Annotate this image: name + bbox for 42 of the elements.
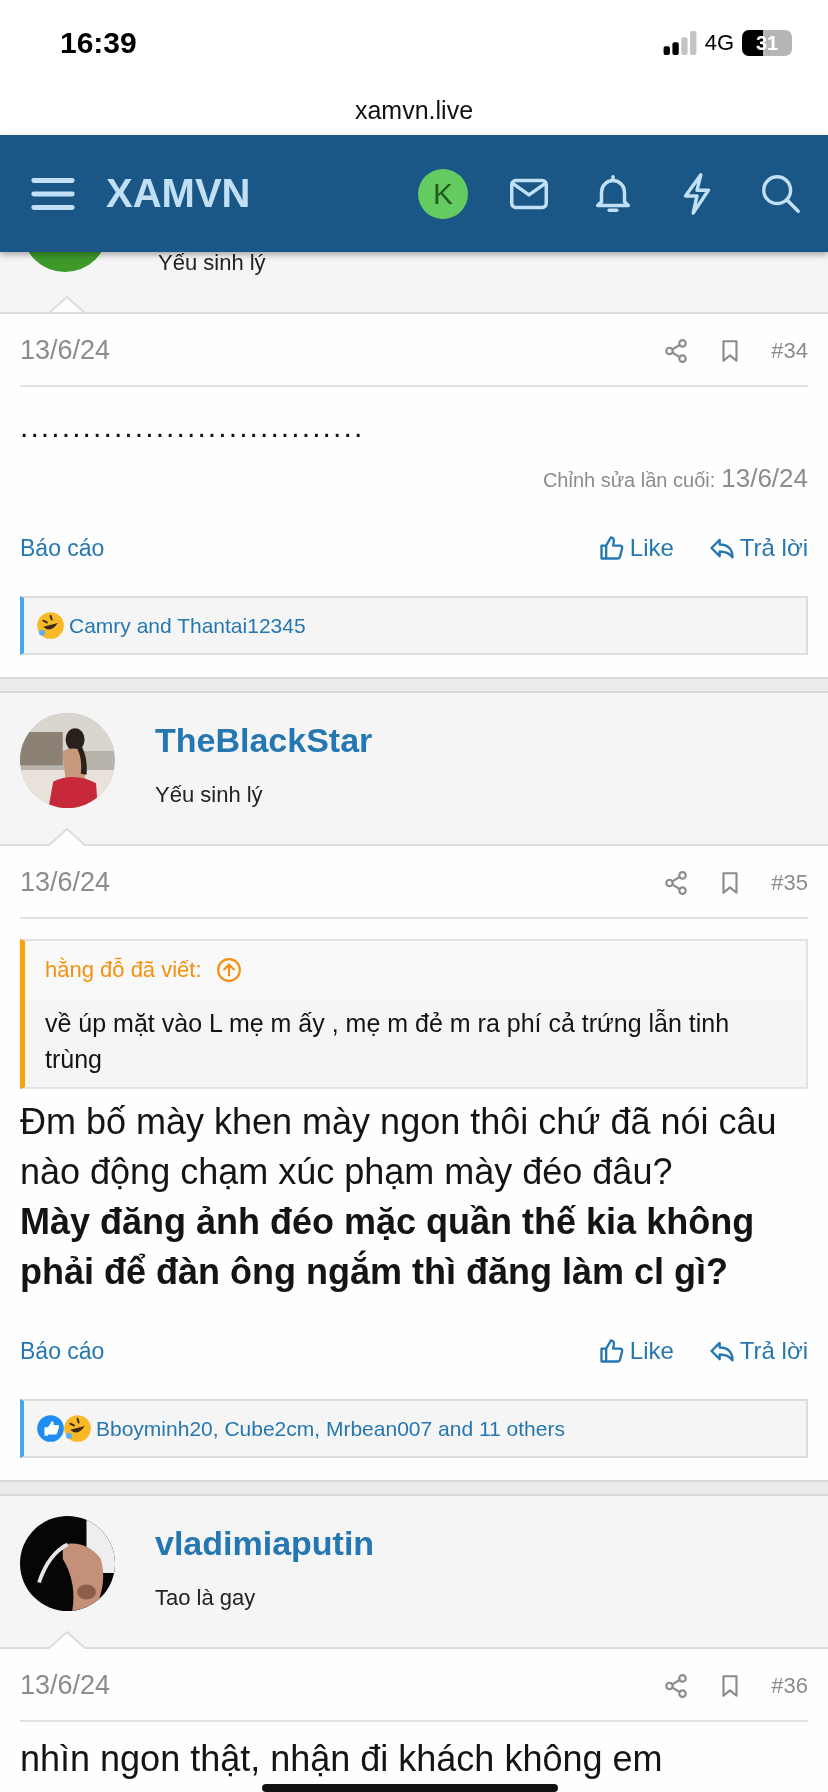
status-time: 16:39 bbox=[60, 26, 137, 60]
user-avatar[interactable]: K bbox=[418, 168, 468, 219]
post-date[interactable]: 13/6/24 bbox=[20, 335, 664, 366]
signal-icon bbox=[662, 31, 697, 55]
edited-label: Chỉnh sửa lần cuối: bbox=[542, 469, 716, 492]
share-icon[interactable] bbox=[663, 1672, 690, 1699]
quote-text: về úp mặt vào L mẹ m ấy , mẹ m đẻ m ra phí cả trứng lẫn tinh trùng bbox=[44, 1008, 731, 1075]
report-link[interactable]: Báo cáo bbox=[20, 534, 564, 562]
reply-button[interactable]: Trả lời bbox=[707, 1337, 808, 1365]
username-link[interactable]: vladimiaputin bbox=[155, 1524, 375, 1563]
reactions-link[interactable]: Camry and Thantai12345 bbox=[69, 613, 306, 638]
post-text: Đm bố mày khen mày ngon thôi chứ đã nói câu nào động chạm xúc phạm mày đéo đâu? bbox=[20, 1100, 778, 1194]
username-link[interactable]: TheBlackStar bbox=[155, 721, 373, 760]
reactions-link[interactable]: Bboyminh20, Cube2cm, Mrbean007 and 11 others bbox=[96, 1416, 565, 1441]
post-date[interactable]: 13/6/24 bbox=[20, 867, 664, 898]
post-number[interactable]: #35 bbox=[771, 869, 808, 896]
thumbs-up-icon bbox=[597, 1337, 626, 1365]
user-title: Tao là gay bbox=[155, 1585, 257, 1611]
edited-date: 13/6/24 bbox=[721, 463, 808, 494]
quote-author[interactable]: hằng đỗ đã viết: bbox=[45, 957, 202, 983]
laughing-emoji-icon[interactable] bbox=[63, 1414, 92, 1443]
post-number[interactable]: #36 bbox=[771, 1672, 808, 1699]
site-logo[interactable]: XAMVN bbox=[106, 171, 418, 216]
post-date[interactable]: 13/6/24 bbox=[20, 1670, 664, 1701]
arrow-up-circle-icon[interactable] bbox=[215, 957, 242, 983]
reply-button[interactable]: Trả lời bbox=[707, 534, 808, 562]
post-text: nhìn ngon thật, nhận đi khách không em bbox=[20, 1737, 664, 1781]
report-link[interactable]: Báo cáo bbox=[20, 1337, 564, 1365]
post-text: ................................. bbox=[20, 409, 366, 445]
laughing-emoji-icon[interactable] bbox=[36, 611, 65, 640]
post-number[interactable]: #34 bbox=[771, 337, 808, 364]
address-text[interactable]: xamvn.live bbox=[354, 96, 474, 125]
like-button[interactable]: Like bbox=[597, 534, 674, 562]
thumbs-up-icon bbox=[597, 534, 626, 562]
user-title: Yếu sinh lý bbox=[158, 252, 266, 276]
network-label: 4G bbox=[704, 30, 734, 56]
share-icon[interactable] bbox=[663, 337, 690, 364]
post-text: Mày đăng ảnh đéo mặc quần thế kia không phải để đàn ông ngắm thì đăng làm cl gì? bbox=[20, 1200, 756, 1294]
share-icon[interactable] bbox=[663, 869, 690, 896]
thumbs-up-icon[interactable] bbox=[36, 1414, 65, 1443]
like-button[interactable]: Like bbox=[597, 1337, 674, 1365]
user-title: Yếu sinh lý bbox=[155, 782, 264, 808]
